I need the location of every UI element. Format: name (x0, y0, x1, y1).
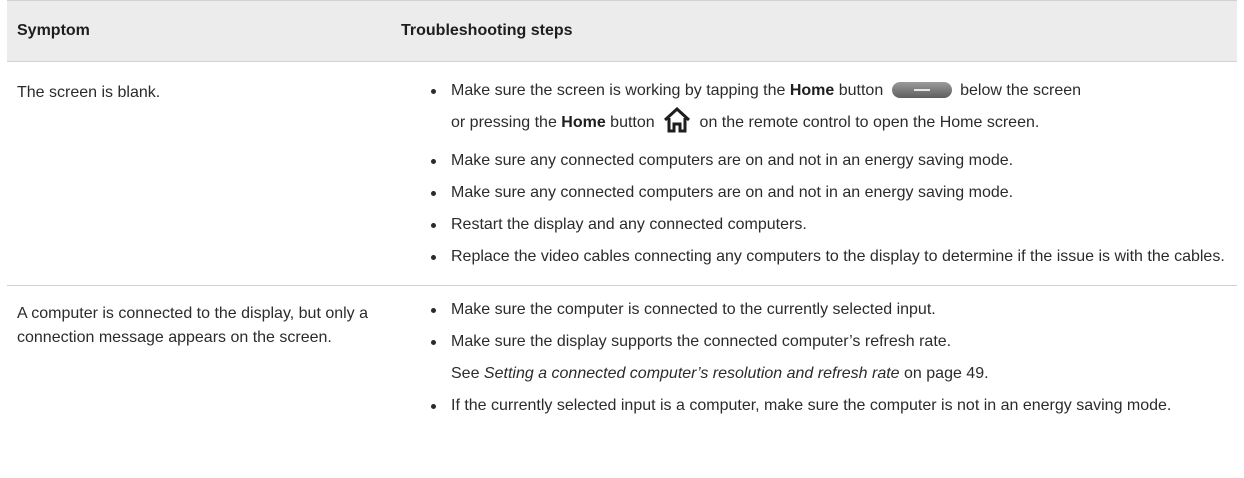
bullet (431, 191, 436, 196)
table-row: A computer is connected to the display, … (7, 286, 1237, 427)
troubleshooting-table: Symptom Troubleshooting steps The screen… (7, 0, 1237, 426)
table-header-row: Symptom Troubleshooting steps (7, 0, 1237, 62)
bullet (431, 89, 436, 94)
list-item-continuation: or pressing the Home button on the remot… (451, 105, 1237, 141)
steps-cell: Make sure the computer is connected to t… (391, 286, 1237, 427)
bullet (431, 340, 436, 345)
list-item: Replace the video cables connecting any … (429, 245, 1237, 269)
table-row: The screen is blank. Make sure the scree… (7, 61, 1237, 286)
steps-cell: Make sure the screen is working by tappi… (391, 61, 1237, 286)
list-item: Restart the display and any connected co… (429, 213, 1237, 237)
steps-column-header: Troubleshooting steps (391, 0, 1237, 62)
bullet (431, 223, 436, 228)
bullet (431, 255, 436, 260)
home-icon (664, 107, 691, 133)
symptom-cell: The screen is blank. (7, 61, 391, 286)
bullet (431, 159, 436, 164)
list-item: Make sure the screen is working by tappi… (429, 79, 1237, 141)
home-button-bar-icon (891, 82, 952, 98)
see-also-line: See Setting a connected computer’s resol… (451, 365, 989, 382)
list-item: Make sure any connected computers are on… (429, 181, 1237, 205)
list-item: If the currently selected input is a com… (429, 394, 1237, 418)
steps-list: Make sure the screen is working by tappi… (401, 62, 1237, 285)
symptom-column-header: Symptom (7, 0, 391, 62)
bullet (431, 308, 436, 313)
cross-reference-link[interactable]: Setting a connected computer’s resolutio… (484, 365, 900, 382)
list-item: Make sure any connected computers are on… (429, 149, 1237, 173)
bullet (431, 404, 436, 409)
symptom-cell: A computer is connected to the display, … (17, 305, 369, 346)
list-item: Make sure the display supports the conne… (429, 330, 1237, 386)
list-item: Make sure the computer is connected to t… (429, 298, 1237, 322)
steps-list: Make sure the computer is connected to t… (401, 286, 1237, 418)
